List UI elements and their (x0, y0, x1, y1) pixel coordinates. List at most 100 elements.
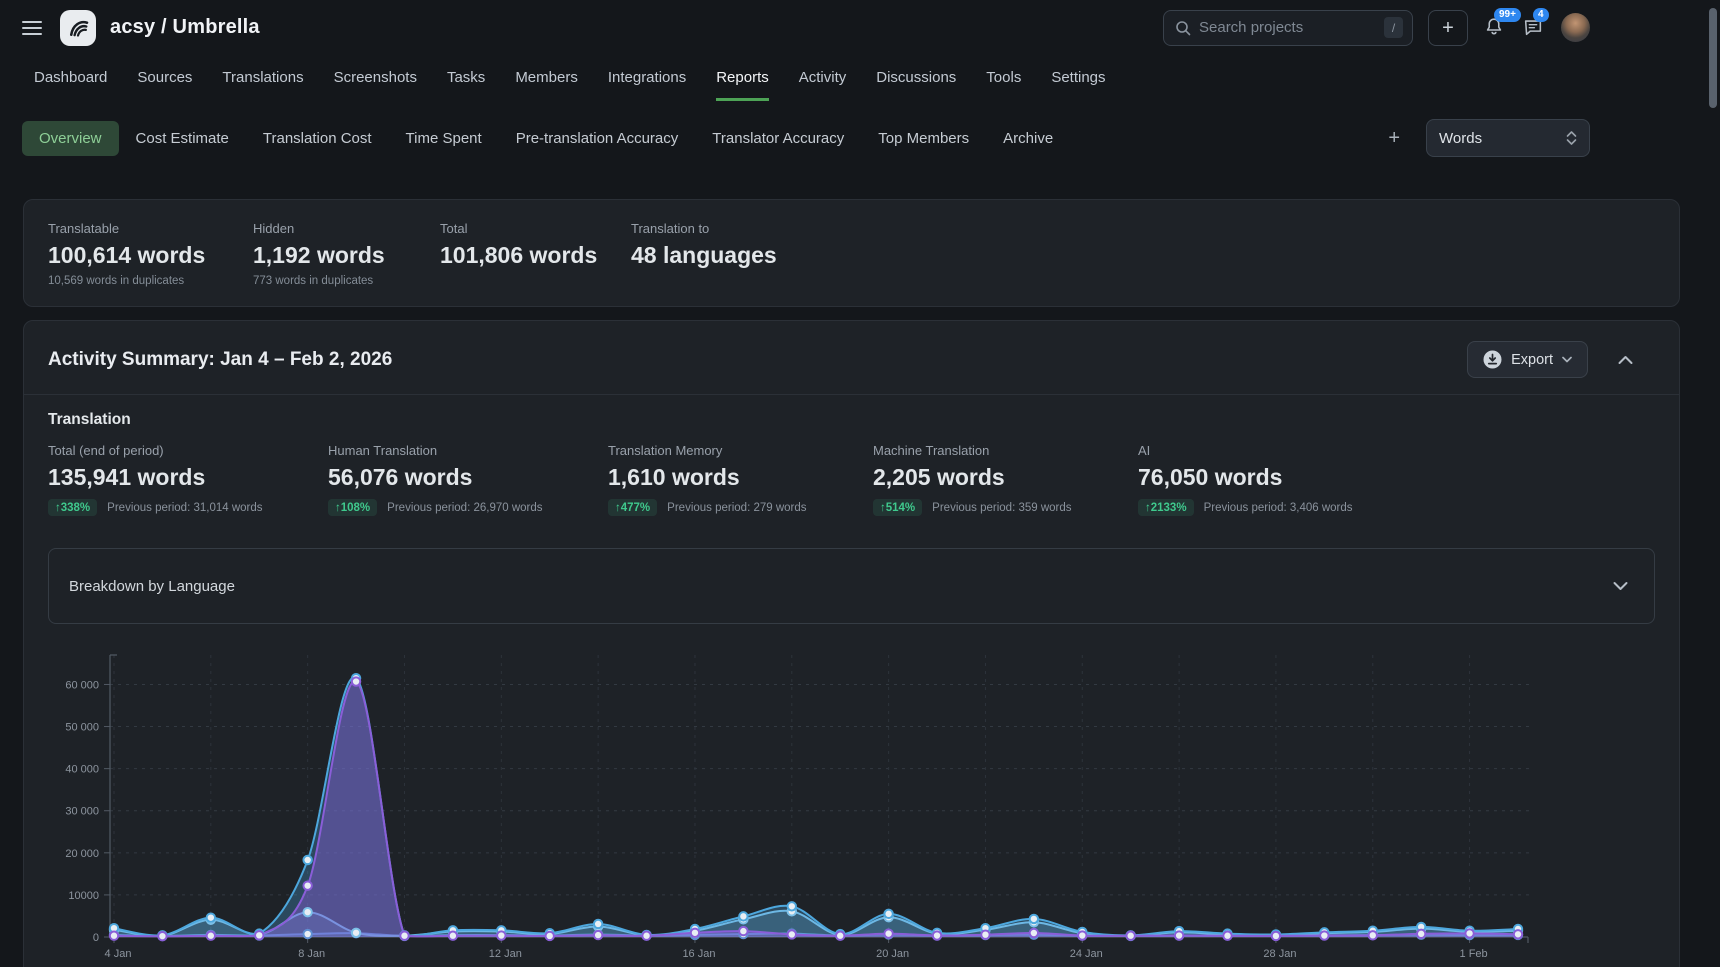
subtab-translator-accuracy[interactable]: Translator Accuracy (695, 121, 861, 156)
subtab-archive[interactable]: Archive (986, 121, 1070, 156)
trend-up-badge: ↑477% (608, 499, 657, 516)
add-report-button[interactable]: + (1374, 127, 1414, 150)
caret-down-icon (1562, 356, 1572, 363)
tab-settings[interactable]: Settings (1051, 55, 1105, 101)
tab-screenshots[interactable]: Screenshots (334, 55, 417, 101)
tab-tools[interactable]: Tools (986, 55, 1021, 101)
chevron-down-icon (1613, 581, 1628, 591)
topbar: acsy / Umbrella / + 99+ 4 (0, 0, 1720, 55)
notifications-button[interactable]: 99+ (1483, 16, 1507, 40)
trend-up-badge: ↑338% (48, 499, 97, 516)
messages-count: 4 (1533, 8, 1549, 22)
subtab-pre-translation-accuracy[interactable]: Pre-translation Accuracy (499, 121, 696, 156)
svg-text:60 000: 60 000 (65, 679, 99, 691)
avatar[interactable] (1561, 13, 1590, 42)
main-nav: Dashboard Sources Translations Screensho… (0, 55, 1720, 101)
svg-text:8 Jan: 8 Jan (298, 948, 325, 960)
stat-translatable: Translatable 100,614 words 10,569 words … (48, 221, 253, 287)
project-words-summary: Translatable 100,614 words 10,569 words … (23, 199, 1680, 307)
svg-text:40 000: 40 000 (65, 764, 99, 776)
export-label: Export (1511, 352, 1553, 368)
metric-value: 135,941 words (48, 464, 328, 491)
scrollbar-thumb[interactable] (1709, 8, 1717, 108)
svg-text:12 Jan: 12 Jan (489, 948, 522, 960)
subtab-time-spent[interactable]: Time Spent (389, 121, 499, 156)
tab-reports[interactable]: Reports (716, 55, 769, 101)
search-box[interactable]: / (1163, 10, 1413, 46)
svg-text:30 000: 30 000 (65, 806, 99, 818)
metric-machine-translation: Machine Translation 2,205 words ↑514% Pr… (873, 443, 1138, 516)
topbar-actions: / + 99+ 4 (1163, 10, 1590, 46)
tab-sources[interactable]: Sources (137, 55, 192, 101)
trend-up-badge: ↑2133% (1138, 499, 1194, 516)
messages-button[interactable]: 4 (1522, 16, 1546, 40)
subtab-translation-cost[interactable]: Translation Cost (246, 121, 389, 156)
stat-value: 48 languages (631, 242, 777, 269)
previous-period: Previous period: 3,406 words (1204, 502, 1353, 514)
chevron-up-icon (1618, 355, 1633, 365)
select-updown-icon (1566, 130, 1577, 146)
metric-value: 76,050 words (1138, 464, 1353, 491)
notifications-count: 99+ (1494, 8, 1521, 22)
tab-members[interactable]: Members (515, 55, 578, 101)
svg-text:4 Jan: 4 Jan (105, 948, 132, 960)
svg-text:20 000: 20 000 (65, 848, 99, 860)
metric-label: Machine Translation (873, 443, 1138, 458)
app-logo[interactable] (60, 10, 96, 46)
search-input[interactable] (1199, 19, 1376, 36)
breakdown-label: Breakdown by Language (69, 578, 235, 595)
metric-label: AI (1138, 443, 1353, 458)
svg-text:20 Jan: 20 Jan (876, 948, 909, 960)
metric-human-translation: Human Translation 56,076 words ↑108% Pre… (328, 443, 608, 516)
trend-up-badge: ↑514% (873, 499, 922, 516)
unit-select[interactable]: Words (1426, 119, 1590, 157)
translation-metrics: Total (end of period) 135,941 words ↑338… (48, 443, 1655, 516)
svg-text:0: 0 (93, 932, 99, 944)
metric-ai: AI 76,050 words ↑2133% Previous period: … (1138, 443, 1353, 516)
metric-translation-memory: Translation Memory 1,610 words ↑477% Pre… (608, 443, 873, 516)
stat-note: 10,569 words in duplicates (48, 275, 253, 287)
metric-label: Human Translation (328, 443, 608, 458)
stat-label: Translatable (48, 221, 253, 236)
stat-label: Hidden (253, 221, 440, 236)
metric-value: 2,205 words (873, 464, 1138, 491)
stat-total: Total 101,806 words (440, 221, 631, 287)
subtab-top-members[interactable]: Top Members (861, 121, 986, 156)
unit-select-value: Words (1439, 130, 1482, 147)
subtab-overview[interactable]: Overview (22, 121, 119, 156)
section-title: Translation (48, 411, 1655, 429)
stat-value: 1,192 words (253, 242, 440, 269)
svg-text:16 Jan: 16 Jan (682, 948, 715, 960)
activity-summary-card: Activity Summary: Jan 4 – Feb 2, 2026 Ex… (23, 320, 1680, 967)
logo-glyph (66, 16, 90, 40)
tab-integrations[interactable]: Integrations (608, 55, 686, 101)
search-icon (1175, 20, 1191, 36)
collapse-section-button[interactable] (1618, 355, 1655, 365)
export-button[interactable]: Export (1467, 341, 1588, 378)
search-shortcut-badge: / (1384, 17, 1403, 38)
stat-label: Translation to (631, 221, 777, 236)
metric-total-end-of-period: Total (end of period) 135,941 words ↑338… (48, 443, 328, 516)
stat-value: 100,614 words (48, 242, 253, 269)
metric-label: Translation Memory (608, 443, 873, 458)
tab-translations[interactable]: Translations (222, 55, 303, 101)
download-icon (1483, 350, 1502, 369)
create-project-button[interactable]: + (1428, 10, 1468, 46)
breakdown-by-language-toggle[interactable]: Breakdown by Language (48, 548, 1655, 624)
menu-icon[interactable] (22, 21, 42, 35)
svg-text:1 Feb: 1 Feb (1460, 948, 1488, 960)
metric-value: 1,610 words (608, 464, 873, 491)
previous-period: Previous period: 26,970 words (387, 502, 542, 514)
translation-section: Translation Total (end of period) 135,94… (24, 395, 1679, 516)
tab-discussions[interactable]: Discussions (876, 55, 956, 101)
previous-period: Previous period: 359 words (932, 502, 1071, 514)
stat-translation-to: Translation to 48 languages (631, 221, 777, 287)
svg-text:50 000: 50 000 (65, 722, 99, 734)
subtab-cost-estimate[interactable]: Cost Estimate (119, 121, 246, 156)
stat-value: 101,806 words (440, 242, 631, 269)
tab-dashboard[interactable]: Dashboard (34, 55, 107, 101)
activity-header: Activity Summary: Jan 4 – Feb 2, 2026 Ex… (24, 321, 1679, 394)
tab-activity[interactable]: Activity (799, 55, 847, 101)
stat-note: 773 words in duplicates (253, 275, 440, 287)
tab-tasks[interactable]: Tasks (447, 55, 485, 101)
